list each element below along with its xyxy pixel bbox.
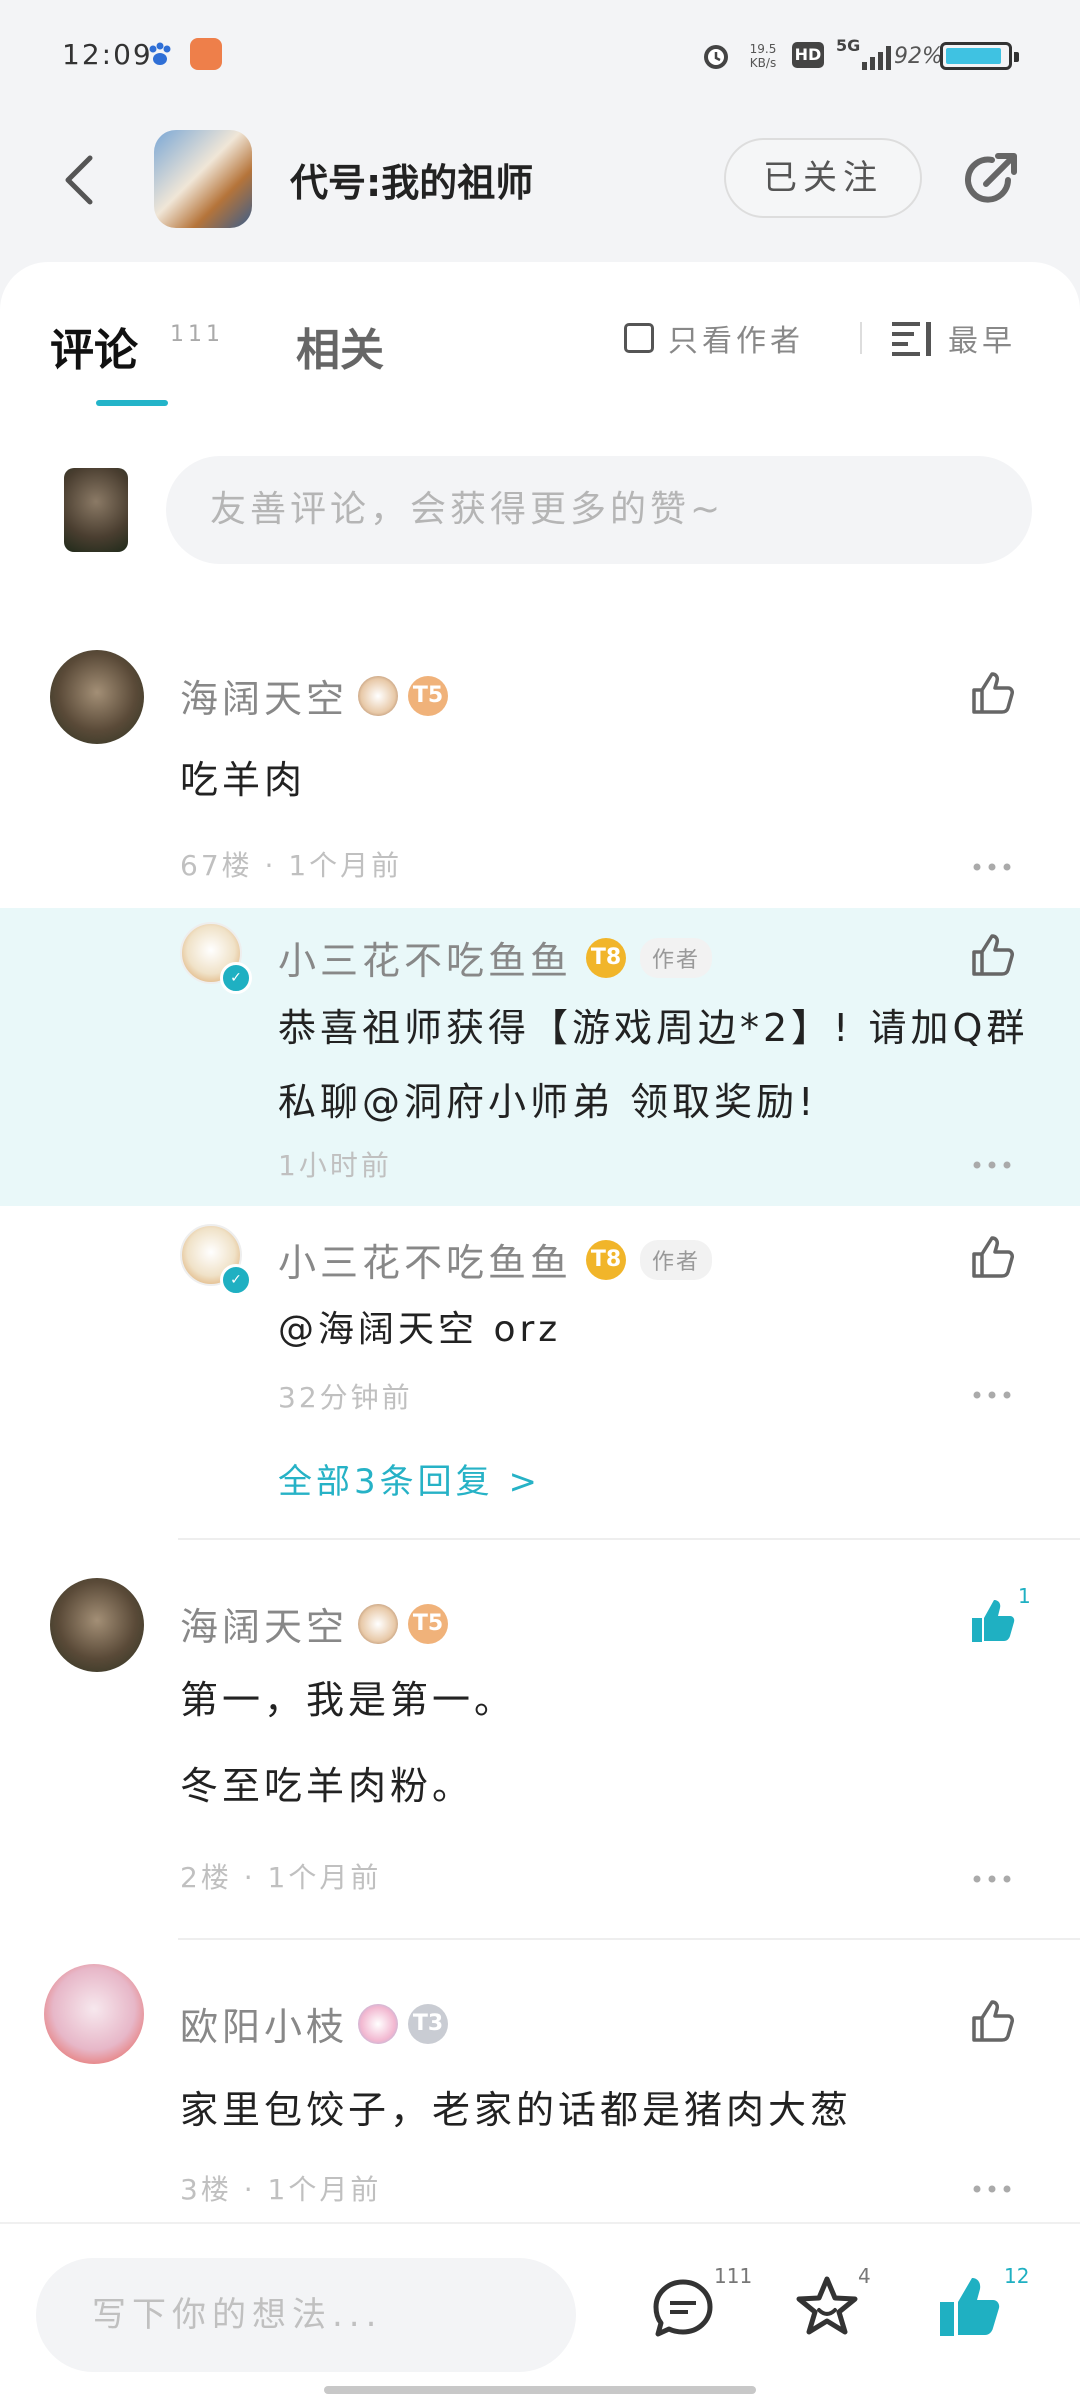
tab-related[interactable]: 相关	[296, 314, 384, 378]
liked-icon[interactable]	[968, 1596, 1016, 1644]
more-options-icon[interactable]	[972, 2184, 1012, 2194]
battery-fill	[946, 48, 1002, 64]
comments-panel: 评论 111 相关 只看作者 最早 友善评论，会获得更多的赞~ 海阔天空 T5 …	[0, 262, 1080, 2222]
level-badge: T3	[408, 2003, 449, 2044]
like-icon[interactable]	[968, 1996, 1016, 2044]
comment-meta: 3楼 · 1个月前	[180, 2173, 382, 2206]
game-avatar[interactable]	[154, 130, 252, 228]
comment-count: 111	[714, 2264, 753, 2288]
only-author-label: 只看作者	[668, 324, 804, 359]
reply-header: 小三花不吃鱼鱼 T8 作者	[278, 1232, 713, 1287]
verified-icon: ✓	[220, 962, 252, 994]
thumbs-up-filled-icon[interactable]	[936, 2274, 1002, 2340]
network-speed-unit: KB/s	[749, 56, 777, 70]
signal-bars-icon	[862, 46, 891, 70]
comment-divider	[178, 1938, 1080, 1940]
reply-meta: 1小时前	[278, 1149, 392, 1182]
battery-icon	[940, 42, 1019, 70]
like-icon[interactable]	[968, 668, 1016, 716]
more-options-icon[interactable]	[972, 1874, 1012, 1884]
star-icon[interactable]	[794, 2274, 860, 2340]
status-time: 12:09	[62, 38, 153, 71]
alarm-icon	[704, 45, 728, 69]
comment-text-line: 第一，我是第一。	[180, 1678, 517, 1722]
battery-percent: 92%	[894, 44, 943, 69]
home-indicator[interactable]	[324, 2386, 756, 2394]
network-speed-value: 19.5	[749, 42, 777, 56]
commenter-avatar[interactable]	[44, 1964, 144, 2064]
network-speed: 19.5 KB/s	[748, 42, 778, 70]
share-icon[interactable]	[958, 148, 1022, 212]
level-badge: T5	[408, 675, 449, 716]
app-notification-icon	[190, 38, 222, 70]
author-tag: 作者	[640, 1239, 713, 1280]
decoration-badge-icon	[358, 675, 399, 716]
verified-icon: ✓	[220, 1264, 252, 1296]
back-arrow-icon[interactable]	[60, 150, 100, 210]
sort-toggle[interactable]: 最早	[892, 318, 1016, 359]
level-badge: T8	[586, 937, 627, 978]
sort-icon	[892, 322, 931, 356]
sort-label: 最早	[948, 324, 1016, 359]
battery-nub	[1014, 52, 1019, 62]
level-badge: T5	[408, 1603, 449, 1644]
hd-badge: HD	[792, 42, 824, 68]
comment-text: 家里包饺子，老家的话都是猪肉大葱	[180, 2088, 853, 2132]
follow-button[interactable]: 已关注	[724, 138, 922, 218]
bottom-action-bar: 写下你的想法... 111 4 12	[0, 2222, 1080, 2402]
reply-text-line: 恭喜祖师获得【游戏周边*2】! 请加Q群	[278, 1006, 1029, 1050]
more-options-icon[interactable]	[972, 1160, 1012, 1170]
comment-icon[interactable]	[650, 2276, 716, 2342]
view-all-replies-link[interactable]: 全部3条回复 >	[278, 1454, 541, 1503]
username[interactable]: 小三花不吃鱼鱼	[278, 1232, 572, 1287]
only-author-checkbox[interactable]	[624, 323, 654, 353]
tab-comments[interactable]: 评论	[50, 314, 138, 378]
like-icon[interactable]	[968, 1232, 1016, 1280]
star-count: 4	[858, 2264, 871, 2288]
only-author-toggle[interactable]: 只看作者	[624, 318, 804, 359]
more-options-icon[interactable]	[972, 862, 1012, 872]
status-bar: 12:09 19.5 KB/s HD 5G 92%	[0, 0, 1080, 110]
baidu-paw-icon	[149, 42, 171, 65]
tab-comments-count: 111	[170, 322, 224, 347]
commenter-avatar[interactable]	[50, 1578, 144, 1672]
page-title: 代号:我的祖师	[290, 161, 534, 205]
username[interactable]: 小三花不吃鱼鱼	[278, 930, 572, 985]
comment-header: 海阔天空 T5	[180, 1596, 449, 1651]
reply-text-line: 私聊@洞府小师弟 领取奖励!	[278, 1080, 818, 1124]
level-badge: T8	[586, 1239, 627, 1280]
username[interactable]: 海阔天空	[180, 668, 348, 723]
like-total-count: 12	[1004, 2264, 1030, 2288]
more-options-icon[interactable]	[972, 1390, 1012, 1400]
author-tag: 作者	[640, 937, 713, 978]
comment-header: 欧阳小枝 T3	[180, 1996, 449, 2051]
reply-header: 小三花不吃鱼鱼 T8 作者	[278, 930, 713, 985]
active-tab-indicator	[96, 400, 168, 406]
comment-input[interactable]: 友善评论，会获得更多的赞~	[166, 456, 1032, 564]
like-icon[interactable]	[968, 930, 1016, 978]
my-avatar	[64, 468, 128, 552]
comment-divider	[178, 1538, 1080, 1540]
like-count: 1	[1018, 1584, 1031, 1608]
toolbar-divider	[860, 322, 862, 354]
comment-text-line: 冬至吃羊肉粉。	[180, 1764, 475, 1808]
network-type: 5G	[836, 36, 861, 55]
commenter-avatar[interactable]	[50, 650, 144, 744]
comment-header: 海阔天空 T5	[180, 668, 449, 723]
comment-meta: 2楼 · 1个月前	[180, 1861, 382, 1894]
comment-text: 吃羊肉	[180, 758, 307, 802]
decoration-badge-icon	[358, 1603, 399, 1644]
reply-input[interactable]: 写下你的想法...	[36, 2258, 576, 2372]
reply-text: @海阔天空 orz	[278, 1309, 562, 1350]
decoration-badge-icon	[358, 2003, 399, 2044]
username[interactable]: 海阔天空	[180, 1596, 348, 1651]
comment-meta: 67楼 · 1个月前	[180, 849, 403, 882]
username[interactable]: 欧阳小枝	[180, 1996, 348, 2051]
reply-meta: 32分钟前	[278, 1381, 413, 1414]
